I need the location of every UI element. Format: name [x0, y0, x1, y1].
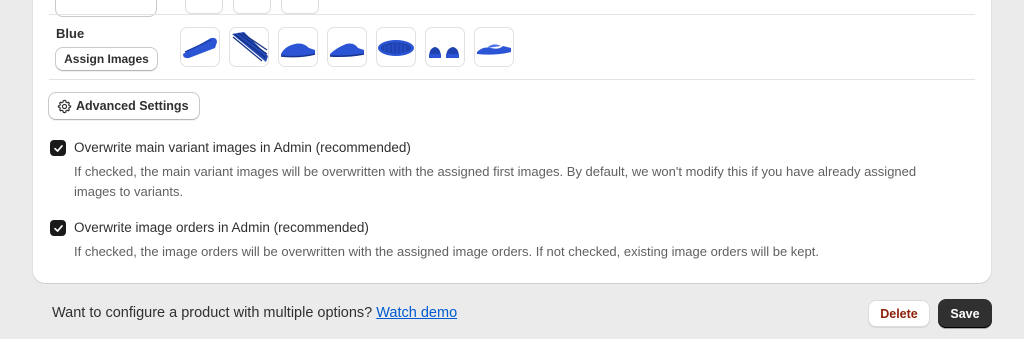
- watch-demo-link[interactable]: Watch demo: [376, 305, 457, 321]
- advanced-settings-button[interactable]: Advanced Settings: [48, 92, 200, 120]
- variant-images-card: Blue Assign Images Advanced Settings Ove…: [33, 0, 991, 283]
- slide-sandal-side-alt-icon[interactable]: [327, 27, 367, 67]
- overwrite-image-orders-help: If checked, the image orders will be ove…: [74, 244, 819, 259]
- advanced-settings-label: Advanced Settings: [76, 99, 189, 113]
- previous-thumb[interactable]: [281, 0, 319, 14]
- overwrite-main-images-label[interactable]: Overwrite main variant images in Admin (…: [74, 140, 411, 155]
- row-divider: [49, 79, 975, 80]
- overwrite-main-images-help: If checked, the main variant images will…: [74, 164, 917, 199]
- delete-button[interactable]: Delete: [868, 300, 930, 327]
- slide-sandal-stack-icon[interactable]: [229, 27, 269, 67]
- slide-sandal-pair-icon[interactable]: [425, 27, 465, 67]
- save-button[interactable]: Save: [938, 299, 992, 328]
- variant-name: Blue: [56, 26, 85, 41]
- slide-sandal-lowside-icon[interactable]: [474, 27, 514, 67]
- slide-sandal-angle-icon[interactable]: [180, 27, 220, 67]
- overwrite-image-orders-checkbox[interactable]: [50, 220, 66, 236]
- checkmark-icon: [53, 143, 64, 154]
- variant-image-list: [180, 27, 514, 67]
- row-divider: [49, 14, 975, 15]
- previous-thumb[interactable]: [233, 0, 271, 14]
- assign-images-button[interactable]: Assign Images: [55, 47, 158, 71]
- footer-prompt: Want to configure a product with multipl…: [52, 305, 457, 321]
- overwrite-main-images-checkbox[interactable]: [50, 140, 66, 156]
- slide-sandal-side-icon[interactable]: [278, 27, 318, 67]
- slide-sandal-sole-icon[interactable]: [376, 27, 416, 67]
- previous-thumb[interactable]: [185, 0, 223, 14]
- gear-icon: [57, 99, 72, 114]
- checkmark-icon: [53, 223, 64, 234]
- footer-prompt-text: Want to configure a product with multipl…: [52, 305, 377, 321]
- overwrite-image-orders-label[interactable]: Overwrite image orders in Admin (recomme…: [74, 220, 369, 235]
